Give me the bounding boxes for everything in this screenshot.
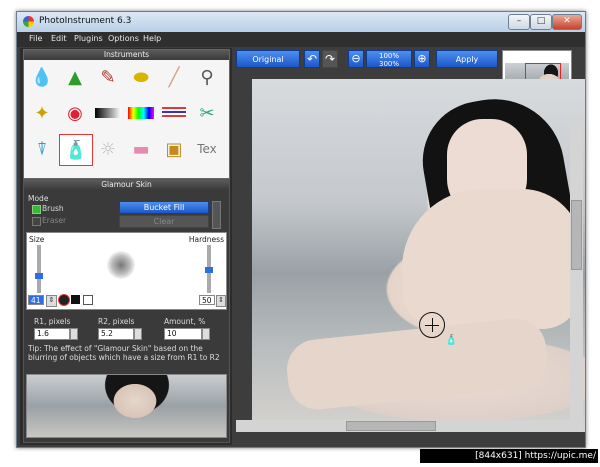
r2-spinner[interactable] xyxy=(134,328,142,340)
horizontal-scrollbar-thumb[interactable] xyxy=(346,421,436,431)
brush-tool-icon[interactable]: ╱ xyxy=(158,62,190,92)
amount-label: Amount, % xyxy=(164,317,206,326)
zoom-100-label: 100% xyxy=(378,52,399,60)
clone-tool-icon[interactable]: ✂ xyxy=(191,98,223,128)
hardness-value[interactable]: 50 xyxy=(199,295,215,305)
instruments-title: Instruments xyxy=(24,50,229,60)
app-logo-icon xyxy=(23,16,34,27)
square-brush-icon[interactable] xyxy=(71,295,80,304)
minimize-button[interactable]: – xyxy=(508,14,530,30)
zoom-out-icon[interactable]: ⊖ xyxy=(348,50,364,68)
vertical-scrollbar-thumb[interactable] xyxy=(571,200,582,270)
gradient-tool-icon[interactable] xyxy=(92,98,124,128)
brush-radio[interactable] xyxy=(32,205,41,214)
app-window: PhotoInstrument 6.3 – □ ✕ File Edit Plug… xyxy=(16,11,586,448)
size-slider[interactable] xyxy=(35,245,43,293)
watermark: [844x631] https://upic.me/ xyxy=(420,449,598,463)
preview-thumbnail xyxy=(26,374,227,438)
drop-tool-icon[interactable]: 💧 xyxy=(26,62,58,92)
badge-tool-icon[interactable]: ✦ xyxy=(26,98,58,128)
pin-tool-icon[interactable]: ⚲ xyxy=(191,62,223,92)
glamour-skin-panel: Glamour Skin Mode Brush Eraser Bucket Fi… xyxy=(23,179,230,443)
eraser-radio[interactable] xyxy=(32,217,41,226)
glamour-panel-title: Glamour Skin xyxy=(24,180,229,190)
r1-label: R1, pixels xyxy=(34,317,71,326)
horizontal-scrollbar[interactable] xyxy=(236,420,570,432)
brush-preview-circle xyxy=(107,251,135,279)
menu-file[interactable]: File xyxy=(29,34,42,43)
amount-spinner[interactable] xyxy=(202,328,210,340)
body-shape xyxy=(402,189,582,329)
brush-cursor-circle xyxy=(419,312,445,338)
menu-options[interactable]: Options xyxy=(108,34,139,43)
r1-input[interactable]: 1.6 xyxy=(34,328,70,340)
tube-tool-icon[interactable]: ⍒ xyxy=(26,134,58,164)
size-label: Size xyxy=(29,235,45,244)
r2-input[interactable]: 5.2 xyxy=(98,328,134,340)
photo-canvas[interactable]: 🧴 xyxy=(252,79,585,432)
maximize-button[interactable]: □ xyxy=(530,14,552,30)
hardness-slider-thumb[interactable] xyxy=(205,267,213,273)
r1-spinner[interactable] xyxy=(70,328,78,340)
mode-label: Mode xyxy=(28,194,49,203)
eraser-label: Eraser xyxy=(42,216,67,225)
menu-bar: File Edit Plugins Options Help xyxy=(17,32,585,47)
close-button[interactable]: ✕ xyxy=(552,14,582,30)
clear-button[interactable]: Clear xyxy=(119,215,209,228)
size-value[interactable]: 41 xyxy=(28,295,44,305)
brush-preview-area: Size Hardness 41 ⇕ 50 ⇕ xyxy=(26,232,227,310)
stamp-tool-icon[interactable]: ⬬ xyxy=(125,62,157,92)
r2-label: R2, pixels xyxy=(98,317,135,326)
round-brush-icon[interactable] xyxy=(58,294,70,306)
zoom-in-icon[interactable]: ⊕ xyxy=(414,50,430,68)
glamour-skin-tool-icon[interactable]: 🧴 xyxy=(59,134,93,166)
undo-icon[interactable]: ↶ xyxy=(304,50,320,68)
mode-scrollbar[interactable] xyxy=(212,201,221,229)
instruments-panel: Instruments 💧 ▲ ✎ ⬬ ╱ ⚲ ✦ ◉ ✂ ⍒ 🧴 ☼ ▬ ▣ … xyxy=(23,49,230,179)
amount-input[interactable]: 10 xyxy=(164,328,202,340)
size-slider-thumb[interactable] xyxy=(35,273,43,279)
pencil-tool-icon[interactable]: ✎ xyxy=(92,62,124,92)
title-bar: PhotoInstrument 6.3 – □ ✕ xyxy=(17,12,585,32)
film-tool-icon[interactable]: ▣ xyxy=(158,134,190,164)
window-title: PhotoInstrument 6.3 xyxy=(39,16,132,26)
vertical-scrollbar[interactable] xyxy=(570,120,583,420)
lines-tool-icon[interactable] xyxy=(158,98,190,128)
red-eye-tool-icon[interactable]: ◉ xyxy=(59,98,91,128)
original-button[interactable]: Original xyxy=(236,50,300,68)
arm-shape xyxy=(284,315,550,413)
scrollbar-corner xyxy=(570,420,583,432)
size-spin-icon[interactable]: ⇕ xyxy=(46,295,57,307)
bucket-fill-button[interactable]: Bucket Fill xyxy=(119,201,209,214)
spectrum-tool-icon[interactable] xyxy=(125,98,157,128)
eraser-tool-icon[interactable]: ▬ xyxy=(125,134,157,164)
text-tool-icon[interactable]: Tex xyxy=(191,134,223,164)
hardness-label: Hardness xyxy=(188,235,224,244)
zoom-300-label: 300% xyxy=(378,60,399,68)
tip-text: Tip: The effect of "Glamour Skin" based … xyxy=(28,344,220,362)
bulb-tool-icon[interactable]: ☼ xyxy=(92,134,124,164)
brush-label: Brush xyxy=(42,204,64,213)
menu-edit[interactable]: Edit xyxy=(51,34,67,43)
hardness-slider[interactable] xyxy=(205,245,213,293)
cone-tool-icon[interactable]: ▲ xyxy=(59,62,91,92)
custom-brush-icon[interactable] xyxy=(83,295,93,305)
redo-icon[interactable]: ↷ xyxy=(322,50,338,68)
hardness-spin-icon[interactable]: ⇕ xyxy=(216,295,226,307)
apply-button[interactable]: Apply xyxy=(436,50,498,68)
zoom-level-display[interactable]: 100% 300% xyxy=(366,50,412,68)
menu-help[interactable]: Help xyxy=(143,34,161,43)
menu-plugins[interactable]: Plugins xyxy=(74,34,103,43)
brush-cursor-icon: 🧴 xyxy=(445,335,458,346)
